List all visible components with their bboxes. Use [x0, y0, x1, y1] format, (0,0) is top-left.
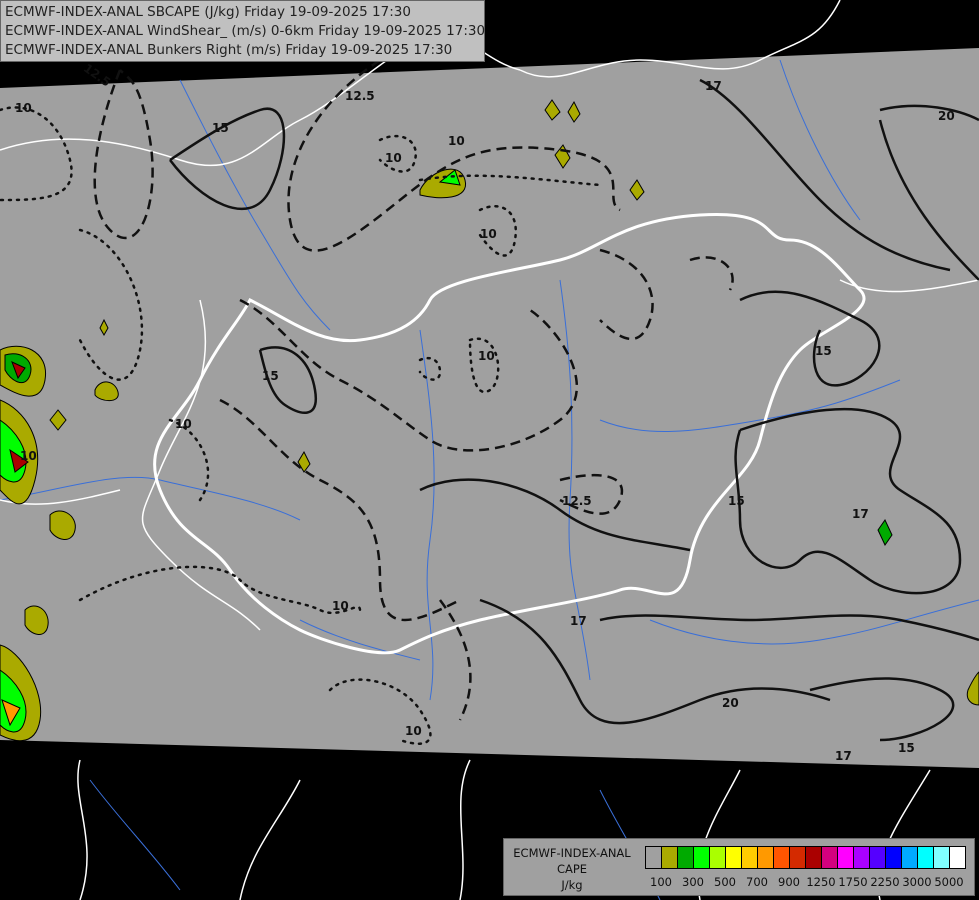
- legend-tick-label: 700: [746, 875, 768, 889]
- title-line-bunkers: ECMWF-INDEX-ANAL Bunkers Right (m/s) Fri…: [5, 42, 453, 58]
- legend-swatch: [886, 847, 902, 868]
- contour-label: 17: [705, 79, 722, 93]
- legend-swatch: [758, 847, 774, 868]
- contour-label: 12.5: [345, 89, 375, 103]
- data-domain: [0, 48, 979, 768]
- weather-map: 12.5 10 15 12.5 10 10 17 20 10 15 10 12.…: [0, 0, 979, 900]
- legend-swatch: [822, 847, 838, 868]
- legend-model: ECMWF-INDEX-ANAL: [513, 846, 631, 860]
- contour-label: 10: [332, 599, 349, 613]
- contour-label: 15: [728, 494, 745, 508]
- legend-swatch: [694, 847, 710, 868]
- legend-swatch: [934, 847, 950, 868]
- legend-title: ECMWF-INDEX-ANAL CAPE J/kg: [508, 845, 636, 893]
- cape-legend: ECMWF-INDEX-ANAL CAPE J/kg 100 300 500 700 9…: [503, 838, 975, 896]
- legend-tick-label: 500: [714, 875, 736, 889]
- legend-tick-label: 1250: [806, 875, 836, 889]
- map-title-box: ECMWF-INDEX-ANAL SBCAPE (J/kg) Friday 19…: [0, 0, 485, 62]
- contour-label: 17: [570, 614, 587, 628]
- contour-label: 17: [852, 507, 869, 521]
- legend-tick-label: 3000: [902, 875, 932, 889]
- legend-color-scale: [645, 846, 966, 869]
- legend-swatch: [774, 847, 790, 868]
- contour-label: 10: [480, 227, 497, 241]
- legend-swatch: [838, 847, 854, 868]
- legend-swatch: [870, 847, 886, 868]
- legend-tick-label: 5000: [934, 875, 964, 889]
- contour-label: 10: [15, 101, 32, 115]
- legend-swatch: [854, 847, 870, 868]
- legend-tick-label: 1750: [838, 875, 868, 889]
- contour-label: 10: [405, 724, 422, 738]
- contour-label: 10: [385, 151, 402, 165]
- legend-unit: J/kg: [561, 878, 583, 892]
- legend-swatch: [918, 847, 934, 868]
- title-line-windshear: ECMWF-INDEX-ANAL WindShear_ (m/s) 0-6km …: [5, 23, 486, 39]
- contour-label: 17: [835, 749, 852, 763]
- legend-variable: CAPE: [556, 862, 588, 876]
- contour-label: 15: [212, 121, 229, 135]
- legend-tick-labels: 100 300 500 700 900 1250 1750 2250 3000 5000: [645, 875, 975, 891]
- legend-swatch: [902, 847, 918, 868]
- legend-swatch: [710, 847, 726, 868]
- contour-label: 10: [20, 449, 37, 463]
- legend-swatch: [790, 847, 806, 868]
- legend-swatch: [950, 847, 965, 868]
- contour-label: 15: [815, 344, 832, 358]
- legend-swatch: [662, 847, 678, 868]
- title-line-cape: ECMWF-INDEX-ANAL SBCAPE (J/kg) Friday 19…: [5, 4, 411, 20]
- legend-swatch: [678, 847, 694, 868]
- legend-swatch: [726, 847, 742, 868]
- contour-label: 20: [938, 109, 955, 123]
- legend-swatch: [646, 847, 662, 868]
- contour-label: 20: [722, 696, 739, 710]
- contour-label: 10: [478, 349, 495, 363]
- legend-swatch: [806, 847, 822, 868]
- legend-tick-label: 100: [650, 875, 672, 889]
- contour-label: 15: [262, 369, 279, 383]
- contour-label: 10: [175, 417, 192, 431]
- legend-tick-label: 300: [682, 875, 704, 889]
- legend-tick-label: 2250: [870, 875, 900, 889]
- legend-tick-label: 900: [778, 875, 800, 889]
- legend-swatch: [742, 847, 758, 868]
- contour-label: 15: [898, 741, 915, 755]
- contour-label: 12.5: [562, 494, 592, 508]
- contour-label: 10: [448, 134, 465, 148]
